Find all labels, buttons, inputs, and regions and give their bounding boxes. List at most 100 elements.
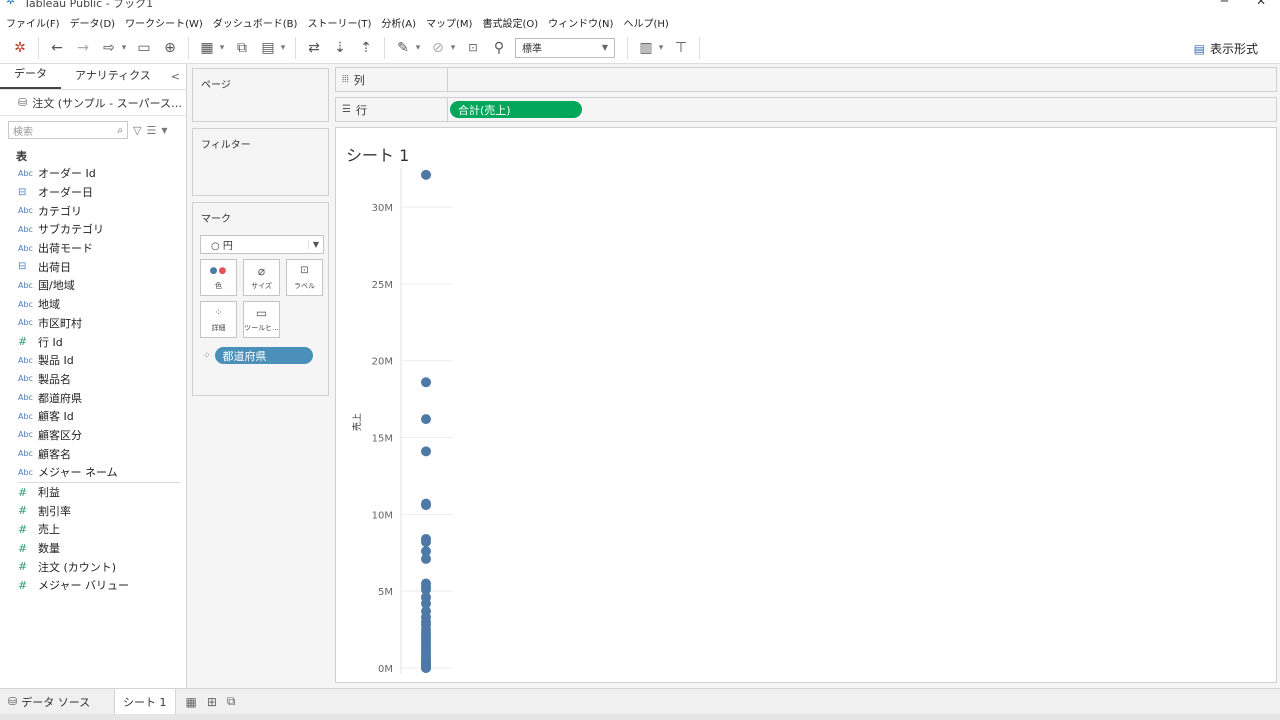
mark-type-select[interactable]: ○ 円 ▼	[200, 235, 324, 254]
field-item[interactable]: Abc 市区町村	[0, 314, 186, 333]
field-item[interactable]: ⊟ オーダー日	[0, 183, 186, 202]
collapse-pane-icon[interactable]: <	[171, 70, 180, 83]
sort-ascending-icon[interactable]: ⇣	[330, 36, 350, 60]
filters-card[interactable]: フィルター	[192, 128, 329, 196]
tooltip-button[interactable]: ▭ ツールヒ...	[243, 301, 280, 338]
detail-pill[interactable]: 都道府県	[214, 347, 313, 364]
field-item[interactable]: # 割引率	[0, 501, 186, 520]
menu-story[interactable]: ストーリー(T)	[307, 15, 371, 30]
duplicate-icon[interactable]: ⧉	[232, 36, 252, 60]
detail-button[interactable]: ⁘ 詳細	[200, 301, 237, 338]
data-point[interactable]	[421, 500, 431, 511]
pages-card[interactable]: ページ	[192, 68, 329, 122]
field-item[interactable]: # メジャー バリュー	[0, 576, 186, 595]
datasource-tab[interactable]: ⛁ データ ソース	[0, 694, 114, 710]
menu-help[interactable]: ヘルプ(H)	[623, 15, 668, 30]
clear-dropdown-icon[interactable]: ▾	[279, 36, 287, 60]
field-item[interactable]: Abc 製品 Id	[0, 351, 186, 370]
new-worksheet-dropdown-icon[interactable]: ▾	[218, 36, 226, 60]
field-item[interactable]: Abc 都道府県	[0, 388, 186, 407]
tooltip-icon: ▭	[255, 306, 268, 320]
view-options-icon[interactable]: ☰	[146, 124, 156, 137]
data-point[interactable]	[421, 446, 431, 457]
field-item[interactable]: # 数量	[0, 539, 186, 558]
field-item[interactable]: Abc メジャー ネーム	[0, 463, 186, 482]
show-cards-dropdown-icon[interactable]: ▾	[657, 36, 665, 60]
data-point[interactable]	[421, 414, 431, 425]
new-worksheet-icon[interactable]: ▦	[186, 695, 197, 709]
data-point[interactable]	[421, 553, 431, 564]
group-dropdown-icon[interactable]: ▾	[449, 36, 457, 60]
close-button[interactable]: ✕	[1256, 0, 1266, 8]
redo-icon[interactable]: ⇨	[99, 36, 119, 60]
field-item[interactable]: ⊟ 出荷日	[0, 257, 186, 276]
field-item[interactable]: Abc カテゴリ	[0, 201, 186, 220]
sort-descending-icon[interactable]: ⇡	[356, 36, 376, 60]
field-item[interactable]: # 売上	[0, 520, 186, 539]
field-item[interactable]: Abc オーダー Id	[0, 164, 186, 183]
label-icon: ⊡	[300, 265, 309, 276]
data-point[interactable]	[421, 537, 431, 548]
columns-shelf[interactable]: ⦙⦙⦙ 列	[335, 67, 1277, 92]
data-point[interactable]	[421, 377, 431, 388]
save-icon[interactable]: ▭	[134, 36, 154, 60]
field-item[interactable]: Abc 顧客区分	[0, 426, 186, 445]
menu-map[interactable]: マップ(M)	[426, 15, 472, 30]
new-dashboard-icon[interactable]: ⊞	[207, 695, 217, 709]
menu-worksheet[interactable]: ワークシート(W)	[125, 15, 203, 30]
field-item[interactable]: # 注文 (カウント)	[0, 557, 186, 576]
presentation-icon[interactable]: ⊤	[671, 36, 691, 60]
sheet-tab[interactable]: シート 1	[114, 688, 176, 715]
group-icon[interactable]: ⊘	[428, 36, 448, 60]
menu-analysis[interactable]: 分析(A)	[381, 15, 416, 30]
field-item[interactable]: Abc 国/地域	[0, 276, 186, 295]
pin-icon[interactable]: ⚲	[489, 36, 509, 60]
date-type-icon: ⊟	[18, 261, 27, 273]
field-item[interactable]: Abc 出荷モード	[0, 239, 186, 258]
redo-dropdown-icon[interactable]: ▾	[120, 36, 128, 60]
label-button[interactable]: ⊡ ラベル	[286, 259, 323, 296]
menu-file[interactable]: ファイル(F)	[6, 15, 60, 30]
label-icon[interactable]: ⊡	[463, 36, 483, 60]
show-cards-icon[interactable]: ▥	[636, 36, 656, 60]
size-button[interactable]: ⌀ サイズ	[243, 259, 280, 296]
menu-dashboard[interactable]: ダッシュボード(B)	[213, 15, 298, 30]
highlight-icon[interactable]: ✎	[393, 36, 413, 60]
field-item[interactable]: Abc 製品名	[0, 370, 186, 389]
rows-pill[interactable]: 合計(売上)	[450, 101, 582, 118]
tab-data[interactable]: データ	[0, 65, 61, 89]
field-item[interactable]: Abc 地域	[0, 295, 186, 314]
menu-data[interactable]: データ(D)	[70, 15, 116, 30]
search-input[interactable]: 検索 ⌕	[8, 121, 128, 139]
tables-header: 表	[16, 150, 27, 163]
field-item[interactable]: # 行 Id	[0, 332, 186, 351]
forward-icon[interactable]: →	[73, 36, 93, 60]
color-button[interactable]: ●● 色	[200, 259, 237, 296]
sheet-title: シート 1	[346, 146, 410, 165]
clear-sheet-icon[interactable]: ▤	[258, 36, 278, 60]
rows-shelf[interactable]: ☰ 行 合計(売上)	[335, 97, 1277, 122]
field-item[interactable]: Abc 顧客 Id	[0, 407, 186, 426]
new-story-icon[interactable]: ⧉	[227, 694, 236, 709]
new-worksheet-icon[interactable]: ▦	[197, 36, 217, 60]
chevron-down-icon[interactable]: ▼	[161, 126, 167, 135]
swap-icon[interactable]: ⇄	[304, 36, 324, 60]
filter-icon[interactable]: ▽	[133, 124, 141, 137]
data-point[interactable]	[421, 169, 431, 180]
tableau-logo-icon[interactable]: ✲	[10, 36, 30, 60]
new-datasource-icon[interactable]: ⊕	[160, 36, 180, 60]
field-item[interactable]: # 利益	[0, 483, 186, 502]
back-icon[interactable]: ←	[47, 36, 67, 60]
fit-select[interactable]: 標準 ▼	[515, 37, 615, 58]
data-point[interactable]	[421, 662, 431, 673]
menu-window[interactable]: ウィンドウ(N)	[548, 15, 613, 30]
minimize-button[interactable]: ─	[1221, 0, 1228, 8]
tab-analytics[interactable]: アナリティクス	[61, 67, 165, 89]
menu-format[interactable]: 書式設定(O)	[482, 15, 538, 30]
field-name: 製品名	[38, 372, 71, 386]
show-me-button[interactable]: ▤ 表示形式	[1194, 40, 1258, 57]
field-item[interactable]: Abc サブカテゴリ	[0, 220, 186, 239]
field-item[interactable]: Abc 顧客名	[0, 444, 186, 463]
datasource-item[interactable]: ⛁ 注文 (サンプル - スーパース…	[0, 90, 186, 116]
highlight-dropdown-icon[interactable]: ▾	[414, 36, 422, 60]
